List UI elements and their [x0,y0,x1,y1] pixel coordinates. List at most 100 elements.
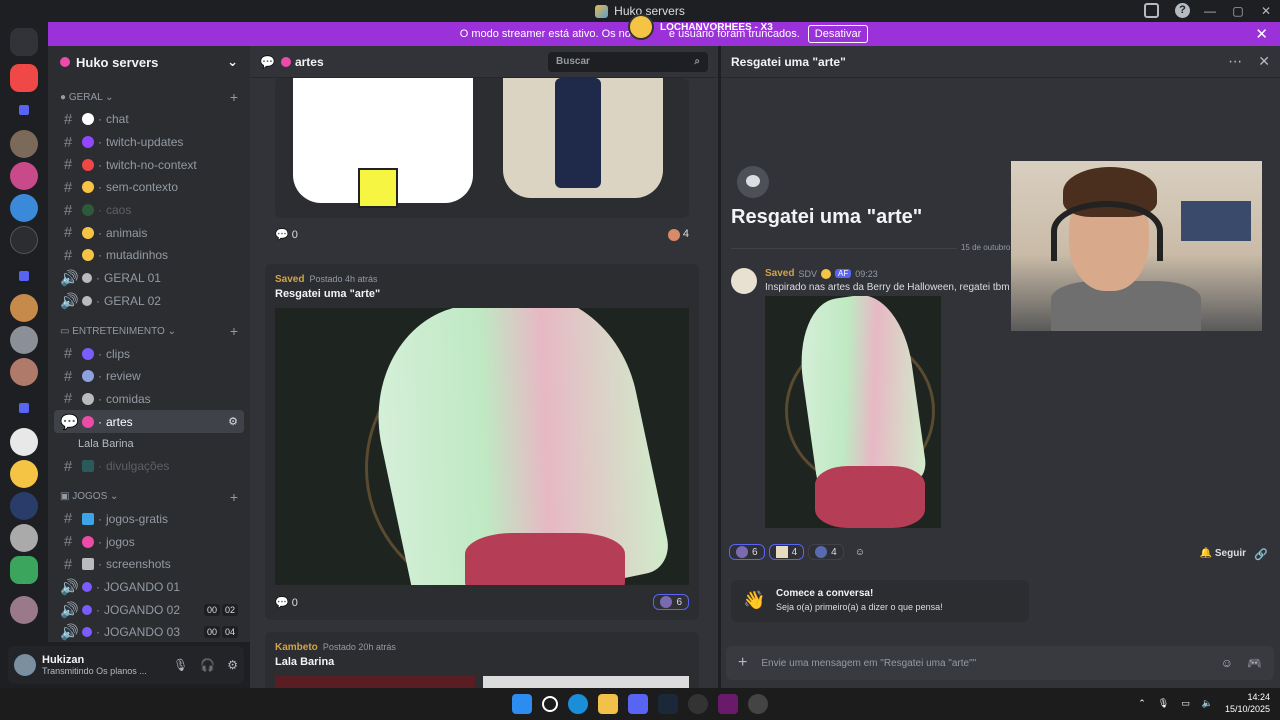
server-icon[interactable] [10,226,38,254]
post-footer: 💬 0 6 [275,594,689,610]
channel-sem-contexto[interactable]: # · sem-contexto [54,176,244,199]
display-icon[interactable]: ▭ [1181,698,1190,709]
server-icon[interactable] [10,326,38,354]
voice-channel-jogando-01[interactable]: 🔊 · JOGANDO 01 [54,576,244,599]
browser-icon[interactable] [688,694,708,714]
hash-icon: # [63,390,73,408]
hash-icon: # [63,510,73,528]
forum-post-card[interactable] [275,78,689,218]
channel-screenshots[interactable]: # · screenshots [54,553,244,576]
minimize-button[interactable]: — [1196,0,1224,22]
channel-twitch-no-context[interactable]: # · twitch-no-context [54,153,244,176]
category-entretenimento[interactable]: ▭ ENTRETENIMENTO ⌄ + [48,320,250,342]
sticky-note-image [358,168,398,208]
server-icon[interactable] [10,130,38,158]
reaction-pill[interactable]: 6 [729,544,765,560]
category-geral[interactable]: ● GERAL ⌄ + [48,86,250,108]
server-icon[interactable] [10,358,38,386]
chevron-up-icon[interactable]: ⌃ [1138,698,1146,709]
forum-post-card[interactable]: Saved Postado 4h atrás Resgatei uma "art… [265,264,699,620]
link-icon[interactable]: 🔗 [1254,548,1268,561]
disable-streamer-mode-button[interactable]: Desativar [807,25,869,43]
headphones-icon[interactable]: 🎧 [200,658,215,672]
server-folder-icon[interactable] [10,394,38,422]
server-folder-icon[interactable] [10,262,38,290]
message-composer[interactable]: + Envie uma mensagem em "Resgatei uma "a… [726,646,1274,680]
server-icon[interactable] [10,596,38,624]
channel-settings-icon[interactable]: ⚙ [228,415,238,428]
add-channel-icon[interactable]: + [230,89,238,105]
channel-twitch-updates[interactable]: # · twitch-updates [54,131,244,154]
voice-channel-geral-01[interactable]: 🔊 · GERAL 01 [54,267,244,290]
discord-app-icon[interactable] [628,694,648,714]
search-input[interactable]: Buscar ⌕ [548,51,708,72]
server-icon[interactable] [10,556,38,584]
edge-browser-icon[interactable] [568,694,588,714]
help-icon[interactable]: ? [1175,3,1190,18]
channel-caos[interactable]: # · caos [54,199,244,222]
server-icon[interactable] [10,524,38,552]
voice-channel-jogando-02[interactable]: 🔊 · JOGANDO 02 00 02 [54,598,244,621]
follow-button[interactable]: 🔔 Seguir [1200,548,1246,559]
add-channel-icon[interactable]: + [230,323,238,339]
channel-artes[interactable]: 💬 · artes ⚙ [54,410,244,433]
channel-mutadinhos[interactable]: # · mutadinhos [54,244,244,267]
microphone-icon[interactable]: 🎙 [1158,698,1169,709]
figure-drawing [555,78,601,188]
server-icon-huko[interactable] [10,64,38,92]
file-explorer-icon[interactable] [598,694,618,714]
emoji-picker-icon[interactable]: ☺ [1221,656,1233,670]
avatar[interactable] [14,654,36,676]
channel-chat[interactable]: # · chat [54,108,244,131]
close-banner-icon[interactable]: ✕ [1255,25,1268,43]
server-folder-icon[interactable] [10,96,38,124]
close-thread-icon[interactable]: ✕ [1258,53,1270,70]
voice-channel-geral-02[interactable]: 🔊 · GERAL 02 [54,290,244,313]
search-icon[interactable] [542,696,558,712]
channel-clips[interactable]: # · clips [54,342,244,365]
maximize-button[interactable]: ▢ [1224,0,1252,22]
more-options-icon[interactable]: ⋯ [1228,53,1242,70]
message-author[interactable]: Saved [765,268,794,279]
server-icon[interactable] [10,492,38,520]
reaction-pill[interactable]: 6 [653,594,689,610]
message-input[interactable]: Envie uma mensagem em "Resgatei uma "art… [761,658,976,669]
add-attachment-icon[interactable]: + [738,654,747,672]
clock[interactable]: 14:24 15/10/2025 [1225,692,1270,715]
server-header[interactable]: Huko servers ⌄ [48,46,250,78]
server-icon[interactable] [10,194,38,222]
reaction-pill[interactable]: 4 [768,544,805,560]
discord-home-icon[interactable] [10,28,38,56]
voice-channel-jogando-03[interactable]: 🔊 · JOGANDO 03 00 04 [54,621,244,642]
server-icon[interactable] [10,162,38,190]
server-icon[interactable] [10,294,38,322]
add-reaction-icon[interactable]: ☺ [848,544,872,560]
channel-jogos[interactable]: # · jogos [54,530,244,553]
webcam-person-shirt [1051,281,1201,331]
windows-start-icon[interactable] [512,694,532,714]
forum-post-card[interactable]: Kambeto Postado 20h atrás Lala Barina [265,632,699,688]
gear-icon[interactable]: ⚙ [227,658,238,672]
next-app-icon[interactable] [718,694,738,714]
app-icon[interactable] [748,694,768,714]
channel-comidas[interactable]: # · comidas [54,388,244,411]
add-channel-icon[interactable]: + [230,489,238,505]
channel-divulgacoes[interactable]: # · divulgações [54,455,244,478]
message-art-image[interactable] [765,296,941,528]
category-jogos[interactable]: ▣ JOGOS ⌄ + [48,486,250,508]
volume-icon[interactable]: 🔈 [1202,698,1213,709]
reaction-pill[interactable]: 4 [808,544,844,560]
server-icon[interactable] [10,428,38,456]
avatar[interactable] [731,268,757,294]
microphone-icon[interactable]: 🎙 [173,658,188,672]
server-icon[interactable] [10,460,38,488]
inbox-icon[interactable] [1144,3,1159,18]
channel-animais[interactable]: # · animais [54,221,244,244]
channel-review[interactable]: # · review [54,365,244,388]
activities-icon[interactable]: 🎮 [1247,656,1262,670]
post-time: Postado 4h atrás [309,274,378,284]
steam-icon[interactable] [658,694,678,714]
close-window-button[interactable]: ✕ [1252,0,1280,22]
channel-jogos-gratis[interactable]: # · jogos-gratis [54,508,244,531]
thread-lala-barina[interactable]: Lala Barina [48,433,250,455]
